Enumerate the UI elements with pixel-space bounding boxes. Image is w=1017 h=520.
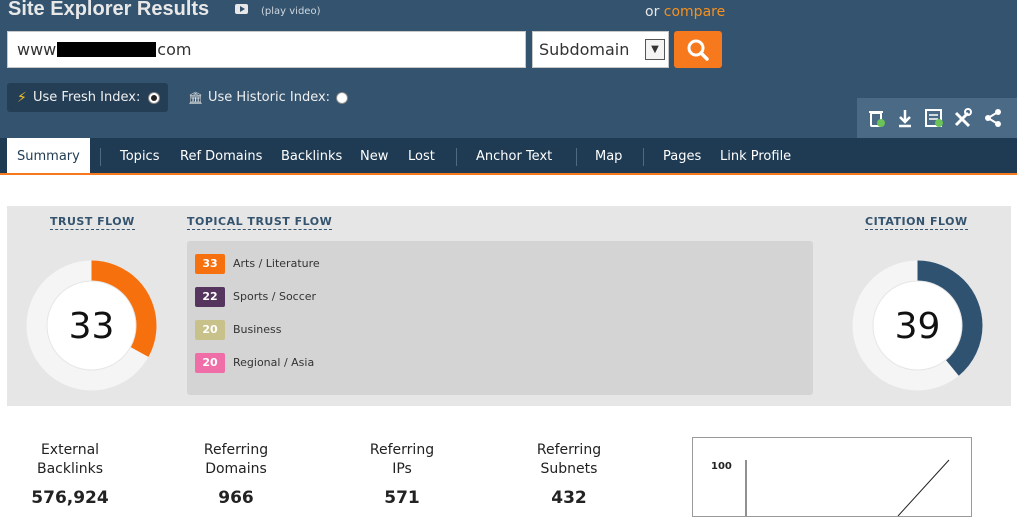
- fresh-index-radio[interactable]: [148, 92, 160, 104]
- stat-label: External Backlinks: [36, 442, 104, 477]
- topic-score-badge: 22: [195, 287, 225, 307]
- tab-map[interactable]: Map: [595, 138, 622, 173]
- topic-label: Sports / Soccer: [233, 290, 317, 303]
- topic-label: Regional / Asia: [233, 356, 315, 369]
- compare-area: or compare: [645, 4, 725, 20]
- referring-subnets-value[interactable]: 432: [494, 488, 644, 508]
- redacted-block: [57, 42, 157, 57]
- trust-flow-donut: 33: [26, 260, 157, 391]
- referring-domains-value[interactable]: 966: [161, 488, 311, 508]
- topic-label: Arts / Literature: [233, 257, 320, 270]
- tab-link-profile[interactable]: Link Profile: [720, 138, 791, 173]
- mini-chart: 100: [692, 437, 972, 517]
- historic-index-label: Use Historic Index:: [208, 90, 331, 105]
- bank-icon: 🏛: [188, 91, 204, 105]
- tab-lost[interactable]: Lost: [408, 138, 435, 173]
- tab-divider: [643, 148, 644, 166]
- y-tick-label: 100: [711, 461, 732, 472]
- tab-anchor-text[interactable]: Anchor Text: [476, 138, 552, 173]
- topical-trust-flow-title[interactable]: TOPICAL TRUST FLOW: [187, 215, 333, 230]
- external-backlinks-value[interactable]: 576,924: [0, 488, 145, 508]
- tab-pages[interactable]: Pages: [663, 138, 701, 173]
- play-video-link[interactable]: (play video): [261, 6, 320, 17]
- share-icon[interactable]: [982, 107, 1004, 129]
- bolt-icon: ⚡: [17, 90, 27, 106]
- stat-label: Referring Domains: [203, 442, 269, 477]
- report-icon[interactable]: [923, 107, 945, 129]
- header: Site Explorer Results (play video) or co…: [0, 0, 1017, 138]
- search-button[interactable]: [674, 31, 722, 68]
- scope-select[interactable]: Subdomain ▼: [532, 31, 669, 68]
- mini-chart-svg: 100: [711, 459, 950, 517]
- topic-score-badge: 20: [195, 320, 225, 340]
- citation-flow-donut: 39: [852, 260, 983, 391]
- chevron-down-icon[interactable]: ▼: [645, 39, 665, 60]
- referring-ips-value[interactable]: 571: [327, 488, 477, 508]
- tab-backlinks[interactable]: Backlinks: [281, 138, 342, 173]
- or-text: or: [645, 4, 660, 20]
- trust-flow-title[interactable]: TRUST FLOW: [50, 215, 135, 230]
- tab-bar: Summary Topics Ref Domains Backlinks New…: [0, 138, 1017, 175]
- chart-line: [897, 459, 950, 517]
- historic-index-toggle[interactable]: 🏛 Use Historic Index:: [188, 83, 363, 112]
- tab-ref-domains[interactable]: Ref Domains: [180, 138, 262, 173]
- play-video-icon[interactable]: [235, 4, 248, 14]
- fresh-index-label: Use Fresh Index:: [33, 90, 141, 105]
- tab-summary[interactable]: Summary: [7, 138, 90, 173]
- bin-icon[interactable]: [865, 107, 887, 129]
- page-title: Site Explorer Results: [8, 0, 210, 20]
- search-icon: [687, 39, 709, 61]
- tab-divider: [100, 148, 101, 166]
- download-icon[interactable]: [894, 107, 916, 129]
- trust-flow-value: 33: [69, 306, 115, 347]
- tab-new[interactable]: New: [360, 138, 388, 173]
- url-input[interactable]: www com: [7, 31, 526, 68]
- stat-label: Referring IPs: [369, 442, 435, 477]
- citation-flow-value: 39: [895, 306, 941, 347]
- compare-link[interactable]: compare: [664, 4, 725, 20]
- topic-score-badge: 33: [195, 254, 225, 274]
- tab-divider: [456, 148, 457, 166]
- fresh-index-toggle[interactable]: ⚡ Use Fresh Index:: [7, 83, 168, 112]
- tab-topics[interactable]: Topics: [120, 138, 159, 173]
- topical-trust-flow-list: 33 Arts / Literature 22 Sports / Soccer …: [187, 241, 813, 395]
- topic-score-badge: 20: [195, 353, 225, 373]
- scope-value: Subdomain: [539, 40, 630, 59]
- citation-flow-title[interactable]: CITATION FLOW: [865, 215, 968, 230]
- tools-icon[interactable]: [952, 107, 974, 129]
- toolbar: [857, 98, 1017, 138]
- tab-divider: [576, 148, 577, 166]
- url-prefix: www: [17, 40, 57, 59]
- url-suffix: com: [157, 40, 192, 59]
- historic-index-radio[interactable]: [336, 92, 348, 104]
- topic-label: Business: [233, 323, 282, 336]
- stat-label: Referring Subnets: [536, 442, 602, 477]
